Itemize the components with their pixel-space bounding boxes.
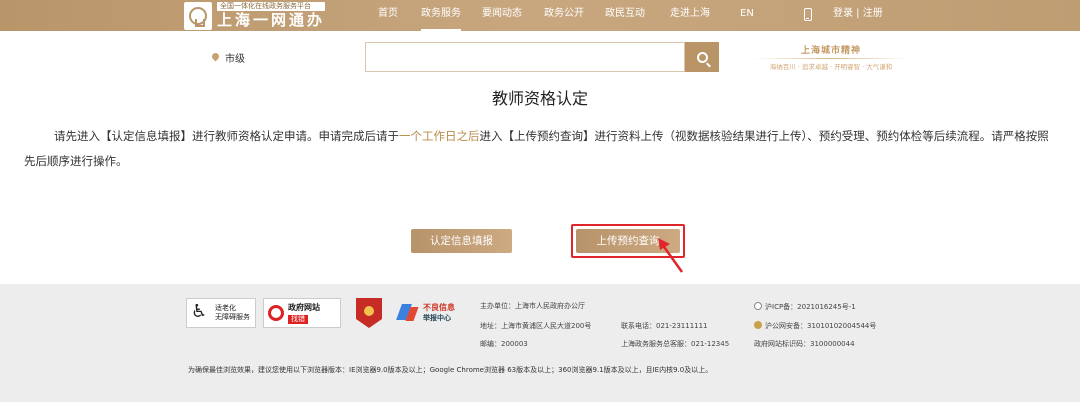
host-info: 主办单位：上海市人民政府办公厅	[480, 302, 585, 310]
page-title: 教师资格认定	[491, 89, 588, 108]
postcode-info: 邮编：200003	[480, 340, 528, 348]
icp-icon	[754, 302, 762, 310]
hotline-info: 上海政务服务总客服：021-12345	[621, 340, 730, 348]
police-badge-icon	[754, 321, 762, 329]
region-label: 市级	[225, 54, 245, 65]
nav-interaction[interactable]: 政民互动	[605, 0, 645, 31]
annotation-arrow-icon	[658, 238, 684, 273]
logo-subtitle: 全国一体化在线政务服务平台	[217, 2, 326, 11]
logo-title: 上海一网通办	[217, 11, 326, 29]
footer: 适老化无障碍服务 政府网站找错 不良信息举报中心 主办单位：上海市人民政府办公厅…	[0, 284, 1080, 402]
city-spirit-banner: 上海城市精神 海纳百川 · 追求卓越 · 开明睿智 · 大气谦和	[753, 43, 909, 71]
party-emblem-icon[interactable]	[356, 298, 382, 328]
browser-compatibility-note: 为确保最佳浏览效果，建议您使用以下浏览器版本：IE浏览器9.0版本及以上；Goo…	[188, 366, 713, 374]
search-button[interactable]	[685, 42, 719, 72]
site-logo[interactable]: 全国一体化在线政务服务平台 上海一网通办	[184, 1, 326, 30]
login-register-link[interactable]: 登录 | 注册	[833, 0, 883, 28]
wheelchair-icon	[191, 301, 211, 323]
nav-news[interactable]: 要闻动态	[482, 0, 522, 31]
nav-english[interactable]: EN	[740, 0, 754, 31]
region-selector[interactable]: 市级	[212, 50, 245, 65]
search-input[interactable]	[365, 42, 685, 72]
report-error-badge[interactable]: 政府网站 找错	[263, 298, 341, 328]
police-record-info[interactable]: 沪公网安备：31010102004544号	[754, 321, 876, 331]
top-navigation-bar: 全国一体化在线政务服务平台 上海一网通办 首页 政务服务 要闻动态 政务公开 政…	[0, 0, 1080, 31]
phone-info: 联系电话：021-23111111	[621, 322, 708, 330]
city-spirit-title: 上海城市精神	[800, 46, 861, 56]
nav-home[interactable]: 首页	[378, 0, 398, 31]
logo-icon	[184, 1, 212, 30]
magnifier-icon	[268, 305, 284, 321]
city-spirit-motto: 海纳百川 · 追求卓越 · 开明睿智 · 大气谦和	[769, 63, 893, 71]
search-icon	[696, 51, 708, 63]
nav-services[interactable]: 政务服务	[421, 0, 461, 31]
icp-info[interactable]: 沪ICP备：2021016245号-1	[754, 302, 856, 312]
report-center-icon	[397, 302, 419, 324]
site-code-info: 政府网站标识码：3100000044	[754, 340, 855, 348]
location-pin-icon	[212, 53, 219, 62]
fill-application-button[interactable]: 认定信息填报	[411, 229, 512, 253]
nav-about-shanghai[interactable]: 走进上海	[670, 0, 710, 31]
accessibility-badge[interactable]: 适老化无障碍服务	[186, 298, 256, 328]
highlight-time: 一个工作日之后	[399, 129, 480, 143]
mobile-icon[interactable]	[804, 8, 812, 21]
instruction-text: 请先进入【认定信息填报】进行教师资格认定申请。申请完成后请于一个工作日之后进入【…	[24, 129, 1049, 168]
nav-public[interactable]: 政务公开	[544, 0, 584, 31]
address-info: 地址：上海市黄浦区人民大道200号	[480, 322, 592, 330]
bad-info-report-badge[interactable]: 不良信息 举报中心	[397, 298, 463, 328]
